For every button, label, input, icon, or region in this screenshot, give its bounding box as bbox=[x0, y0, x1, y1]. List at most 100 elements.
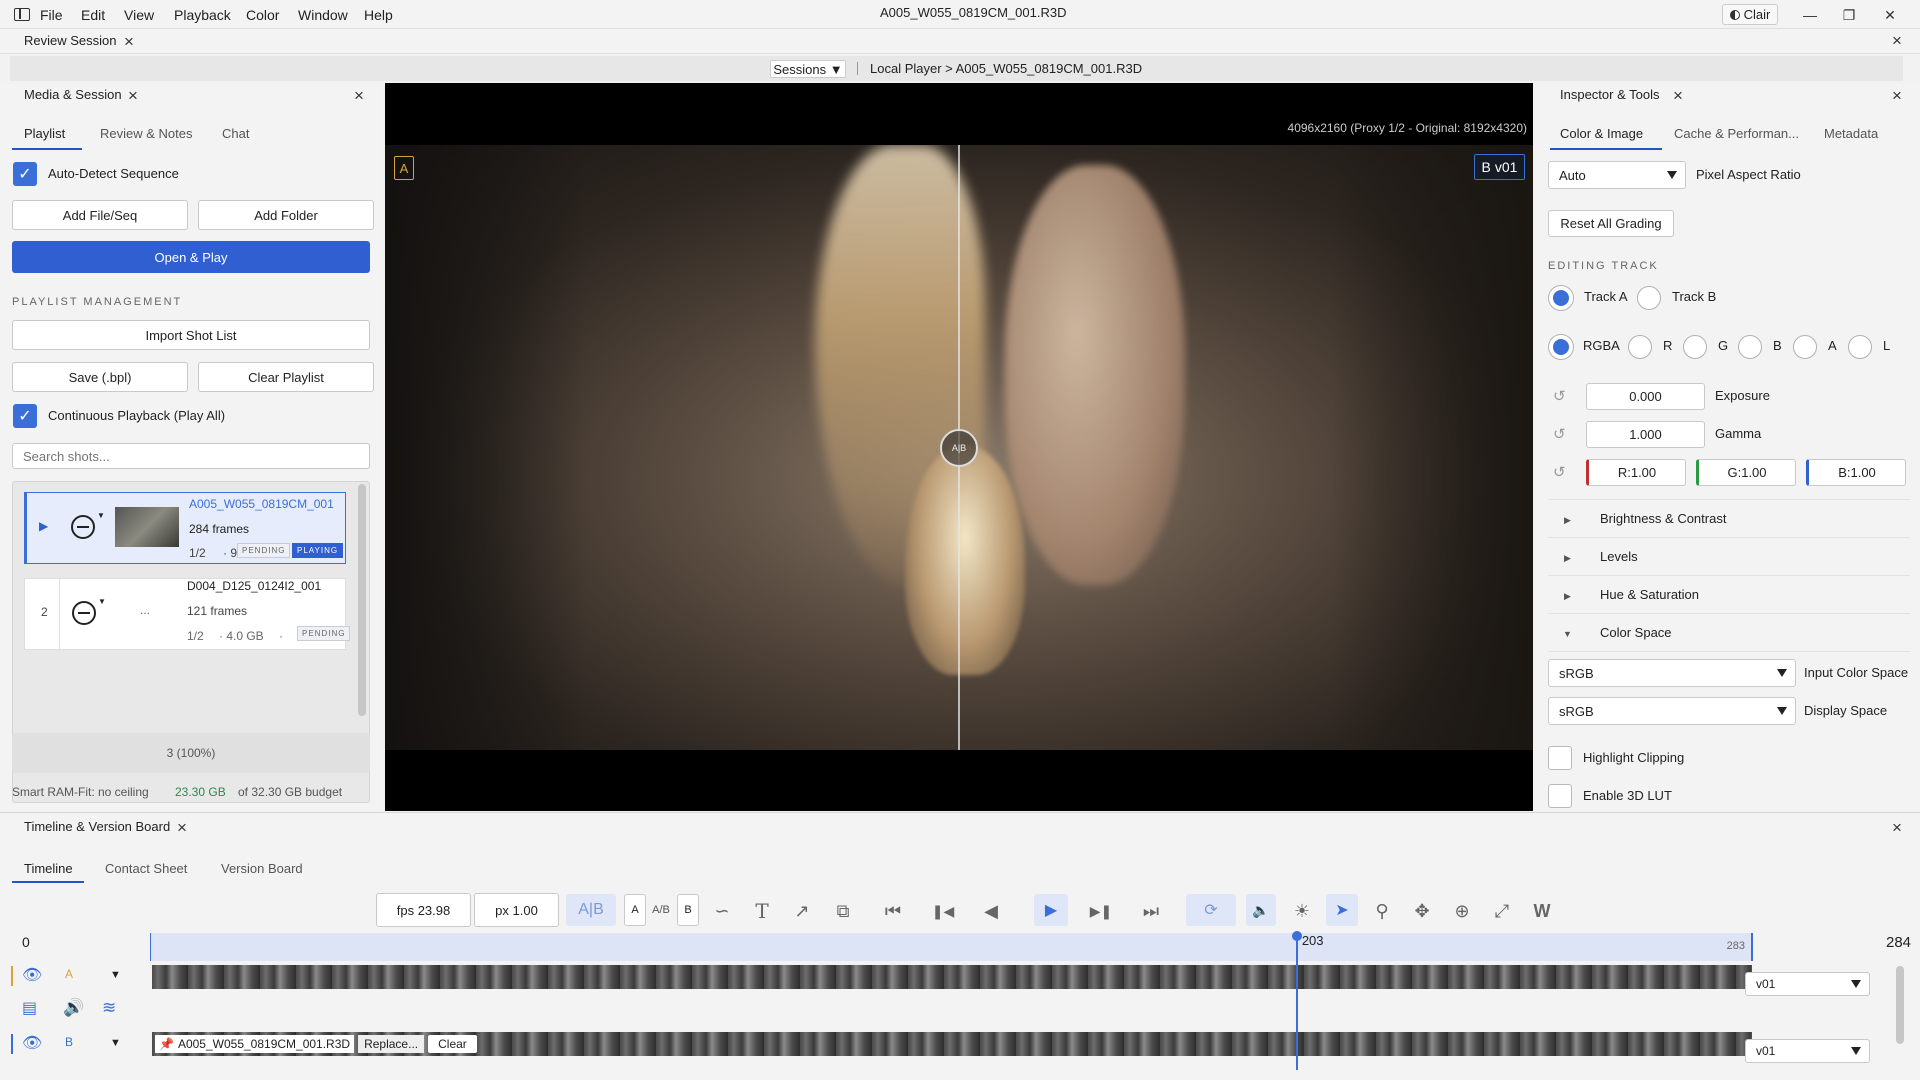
chevron-down-icon[interactable]: ▼ bbox=[110, 1037, 121, 1049]
channel-g-radio[interactable] bbox=[1683, 335, 1707, 359]
menu-edit[interactable]: Edit bbox=[81, 7, 105, 23]
auto-detect-checkbox[interactable]: ✓ bbox=[13, 162, 37, 186]
audio-icon[interactable]: 🔊 bbox=[63, 998, 84, 1018]
view-a-button[interactable]: A bbox=[624, 894, 646, 926]
pixel-aspect-select[interactable]: Auto bbox=[1548, 161, 1686, 189]
search-shots-input[interactable] bbox=[12, 443, 370, 469]
skip-to-end-icon[interactable]: ⏭ bbox=[1134, 896, 1168, 926]
expand-icon[interactable]: ▶ bbox=[1564, 553, 1571, 564]
close-window-icon[interactable]: ✕ bbox=[1877, 4, 1903, 26]
close-panel-icon[interactable]: × bbox=[1892, 87, 1902, 104]
highlight-clipping-checkbox[interactable] bbox=[1548, 746, 1572, 770]
reset-exposure-icon[interactable]: ↺ bbox=[1553, 387, 1566, 405]
add-file-button[interactable]: Add File/Seq bbox=[12, 200, 188, 230]
tab-version-board[interactable]: Version Board bbox=[221, 861, 303, 876]
tab-color-image[interactable]: Color & Image bbox=[1560, 126, 1643, 141]
shape-tool-icon[interactable]: ⧉ bbox=[826, 896, 860, 926]
levels-section[interactable]: Levels bbox=[1600, 549, 1638, 564]
lasso-icon[interactable]: ∽ bbox=[706, 896, 738, 926]
close-panel-tab-icon[interactable]: × bbox=[177, 819, 187, 836]
sessions-dropdown[interactable]: Sessions ▼ bbox=[770, 60, 846, 78]
input-color-space-select[interactable]: sRGB bbox=[1548, 659, 1796, 687]
track-a-radio[interactable] bbox=[1549, 286, 1573, 310]
brightness-contrast-section[interactable]: Brightness & Contrast bbox=[1600, 511, 1726, 526]
chevron-down-icon[interactable]: ▼ bbox=[110, 969, 121, 981]
track-b-radio[interactable] bbox=[1637, 286, 1661, 310]
save-playlist-button[interactable]: Save (.bpl) bbox=[12, 362, 188, 392]
playhead[interactable]: 203 bbox=[1291, 931, 1324, 1070]
step-back-icon[interactable]: ❚◀ bbox=[928, 896, 958, 926]
tab-chat[interactable]: Chat bbox=[222, 126, 249, 141]
red-gain-input[interactable]: R:1.00 bbox=[1586, 459, 1686, 486]
theme-toggle[interactable]: Clair bbox=[1722, 4, 1778, 25]
playhead-knob[interactable] bbox=[1291, 931, 1302, 941]
import-shot-list-button[interactable]: Import Shot List bbox=[12, 320, 370, 350]
exposure-input[interactable]: 0.000 bbox=[1586, 383, 1705, 410]
hue-saturation-section[interactable]: Hue & Saturation bbox=[1600, 587, 1699, 602]
color-space-section[interactable]: Color Space bbox=[1600, 625, 1672, 640]
status-toggle-icon[interactable] bbox=[71, 515, 95, 539]
enable-lut-checkbox[interactable] bbox=[1548, 784, 1572, 808]
list-item[interactable]: 2 ▼ ... D004_D125_0124I2_001 121 frames … bbox=[24, 578, 351, 651]
loop-icon[interactable]: ⟳ bbox=[1186, 894, 1236, 926]
continuous-playback-checkbox[interactable]: ✓ bbox=[13, 404, 37, 428]
close-panel-tab-icon[interactable]: × bbox=[1673, 87, 1683, 104]
close-session-tab-icon[interactable]: × bbox=[124, 33, 134, 50]
pixel-zoom-display[interactable]: px 1.00 bbox=[474, 893, 559, 927]
menu-playback[interactable]: Playback bbox=[174, 7, 231, 23]
channel-a-radio[interactable] bbox=[1793, 335, 1817, 359]
status-toggle-icon[interactable] bbox=[72, 601, 96, 625]
caption-icon[interactable]: ▤ bbox=[22, 998, 37, 1018]
menu-file[interactable]: File bbox=[40, 7, 63, 23]
mute-icon[interactable]: 🔈 bbox=[1246, 894, 1276, 926]
blue-gain-input[interactable]: B:1.00 bbox=[1806, 459, 1906, 486]
play-icon[interactable]: ▶ bbox=[1034, 894, 1068, 926]
track-b-version-select[interactable]: v01 bbox=[1745, 1039, 1870, 1063]
sidebar-toggle-icon[interactable] bbox=[14, 8, 30, 21]
gamma-input[interactable]: 1.000 bbox=[1586, 421, 1705, 448]
track-a-filmstrip[interactable] bbox=[152, 965, 1752, 989]
replace-button[interactable]: Replace... bbox=[358, 1035, 425, 1053]
arrow-tool-icon[interactable]: ↗ bbox=[786, 896, 818, 926]
channel-l-radio[interactable] bbox=[1848, 335, 1872, 359]
close-panel-icon[interactable]: × bbox=[354, 87, 364, 104]
fullscreen-icon[interactable]: ⤢ bbox=[1486, 896, 1518, 926]
playlist-scrollbar[interactable] bbox=[358, 484, 366, 716]
zoom-tool-icon[interactable]: ⚲ bbox=[1366, 896, 1398, 926]
pan-tool-icon[interactable]: ✥ bbox=[1406, 896, 1438, 926]
track-a-version-select[interactable]: v01 bbox=[1745, 972, 1870, 996]
list-item[interactable]: ▶ ▼ A005_W055_0819CM_001 284 frames 1/2 … bbox=[24, 492, 346, 564]
expand-icon[interactable]: ▶ bbox=[1564, 591, 1571, 602]
waveform-icon[interactable]: ≋ bbox=[102, 998, 116, 1018]
fps-display[interactable]: fps 23.98 bbox=[376, 893, 471, 927]
reset-gain-icon[interactable]: ↺ bbox=[1553, 463, 1566, 481]
target-icon[interactable]: ⊕ bbox=[1446, 896, 1478, 926]
eye-icon[interactable]: 👁 bbox=[22, 1033, 42, 1053]
menu-window[interactable]: Window bbox=[298, 7, 348, 23]
clear-playlist-button[interactable]: Clear Playlist bbox=[198, 362, 374, 392]
minimize-icon[interactable]: — bbox=[1797, 4, 1823, 26]
eye-icon[interactable]: 👁 bbox=[22, 965, 42, 985]
tab-contact-sheet[interactable]: Contact Sheet bbox=[105, 861, 187, 876]
view-b-button[interactable]: B bbox=[677, 894, 699, 926]
expand-icon[interactable]: ▶ bbox=[1564, 515, 1571, 526]
display-space-select[interactable]: sRGB bbox=[1548, 697, 1796, 725]
ab-compare-toggle[interactable]: A|B bbox=[566, 894, 616, 926]
skip-to-start-icon[interactable]: ⏮ bbox=[876, 896, 910, 926]
menu-view[interactable]: View bbox=[124, 7, 154, 23]
timeline-ruler[interactable]: 283 bbox=[150, 933, 1753, 961]
add-folder-button[interactable]: Add Folder bbox=[198, 200, 374, 230]
open-play-button[interactable]: Open & Play bbox=[12, 241, 370, 273]
close-panel-icon[interactable]: × bbox=[1892, 819, 1902, 836]
tab-timeline[interactable]: Timeline bbox=[24, 861, 73, 876]
menu-help[interactable]: Help bbox=[364, 7, 393, 23]
play-reverse-icon[interactable]: ◀ bbox=[976, 896, 1006, 926]
viewer[interactable]: 4096x2160 (Proxy 1/2 - Original: 8192x43… bbox=[385, 83, 1533, 811]
view-ab-button[interactable]: A/B bbox=[648, 894, 674, 926]
channel-rgba-radio[interactable] bbox=[1549, 335, 1573, 359]
tab-metadata[interactable]: Metadata bbox=[1824, 126, 1878, 141]
tab-cache-performance[interactable]: Cache & Performan... bbox=[1674, 126, 1799, 141]
green-gain-input[interactable]: G:1.00 bbox=[1696, 459, 1796, 486]
ab-split-handle[interactable]: A|B bbox=[940, 429, 978, 467]
text-tool-icon[interactable]: T bbox=[746, 896, 778, 926]
